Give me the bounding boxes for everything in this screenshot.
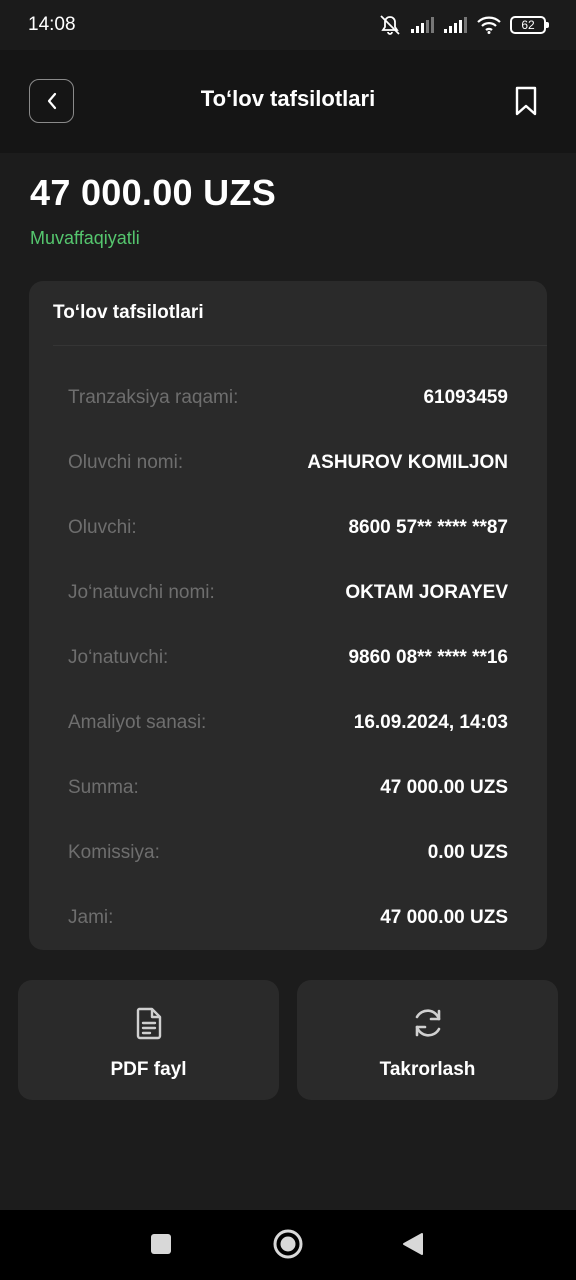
divider [53,345,547,346]
pdf-file-label: PDF fayl [110,1059,187,1080]
detail-row-sender-name: Jo‘natuvchi nomi: OKTAM JORAYEV [68,560,508,625]
detail-value: 0.00 UZS [427,841,508,863]
detail-label: Jo‘natuvchi: [68,646,169,668]
detail-label: Tranzaksiya raqami: [68,386,239,408]
status-bar: 14:08 62 [0,0,576,50]
detail-label: Oluvchi nomi: [68,451,184,473]
page-title: To‘lov tafsilotlari [200,86,376,111]
details-list: Tranzaksiya raqami: 61093459 Oluvchi nom… [68,365,508,950]
detail-label: Amaliyot sanasi: [68,711,207,733]
app-header: To‘lov tafsilotlari [0,50,576,153]
battery-icon: 62 [510,16,549,34]
home-circle-icon[interactable] [272,1228,304,1260]
detail-row-recipient-card: Oluvchi: 8600 57** **** **87 [68,495,508,560]
signal-icon [444,17,467,33]
wifi-icon [477,16,501,34]
status-icons: 62 [378,14,549,36]
details-card: To‘lov tafsilotlari Tranzaksiya raqami: … [29,281,547,950]
payment-amount: 47 000.00 UZS [30,172,277,213]
bookmark-button[interactable] [512,84,540,118]
detail-value: 47 000.00 UZS [380,776,508,798]
detail-row-transaction-number: Tranzaksiya raqami: 61093459 [68,365,508,430]
detail-label: Jami: [68,906,114,928]
detail-row-sender-card: Jo‘natuvchi: 9860 08** **** **16 [68,625,508,690]
signal-icon [411,17,434,33]
refresh-icon [415,1009,440,1037]
detail-label: Summa: [68,776,139,798]
detail-label: Oluvchi: [68,516,137,538]
battery-level: 62 [521,18,535,32]
payment-status: Muvaffaqiyatli [30,228,140,248]
recents-square-icon[interactable] [150,1233,172,1255]
detail-row-commission: Komissiya: 0.00 UZS [68,820,508,885]
detail-value: 16.09.2024, 14:03 [353,711,508,733]
mute-icon [380,15,400,35]
detail-value: 8600 57** **** **87 [348,516,508,538]
details-card-title: To‘lov tafsilotlari [53,302,204,323]
detail-row-recipient-name: Oluvchi nomi: ASHUROV KOMILJON [68,430,508,495]
detail-value: OKTAM JORAYEV [345,581,508,603]
detail-label: Jo‘natuvchi nomi: [68,581,215,603]
detail-row-operation-date: Amaliyot sanasi: 16.09.2024, 14:03 [68,690,508,755]
repeat-label: Takrorlash [379,1059,476,1080]
repeat-button[interactable]: Takrorlash [297,980,558,1100]
detail-value: ASHUROV KOMILJON [307,451,508,473]
detail-label: Komissiya: [68,841,160,863]
detail-row-sum: Summa: 47 000.00 UZS [68,755,508,820]
document-icon [136,1007,161,1040]
status-time: 14:08 [28,14,76,35]
pdf-file-button[interactable]: PDF fayl [18,980,279,1100]
detail-value: 9860 08** **** **16 [348,646,508,668]
detail-value: 47 000.00 UZS [380,906,508,928]
bookmark-icon [515,86,537,116]
detail-value: 61093459 [423,386,508,408]
back-triangle-icon[interactable] [402,1232,424,1256]
system-nav-bar [0,1210,576,1280]
detail-row-total: Jami: 47 000.00 UZS [68,885,508,950]
